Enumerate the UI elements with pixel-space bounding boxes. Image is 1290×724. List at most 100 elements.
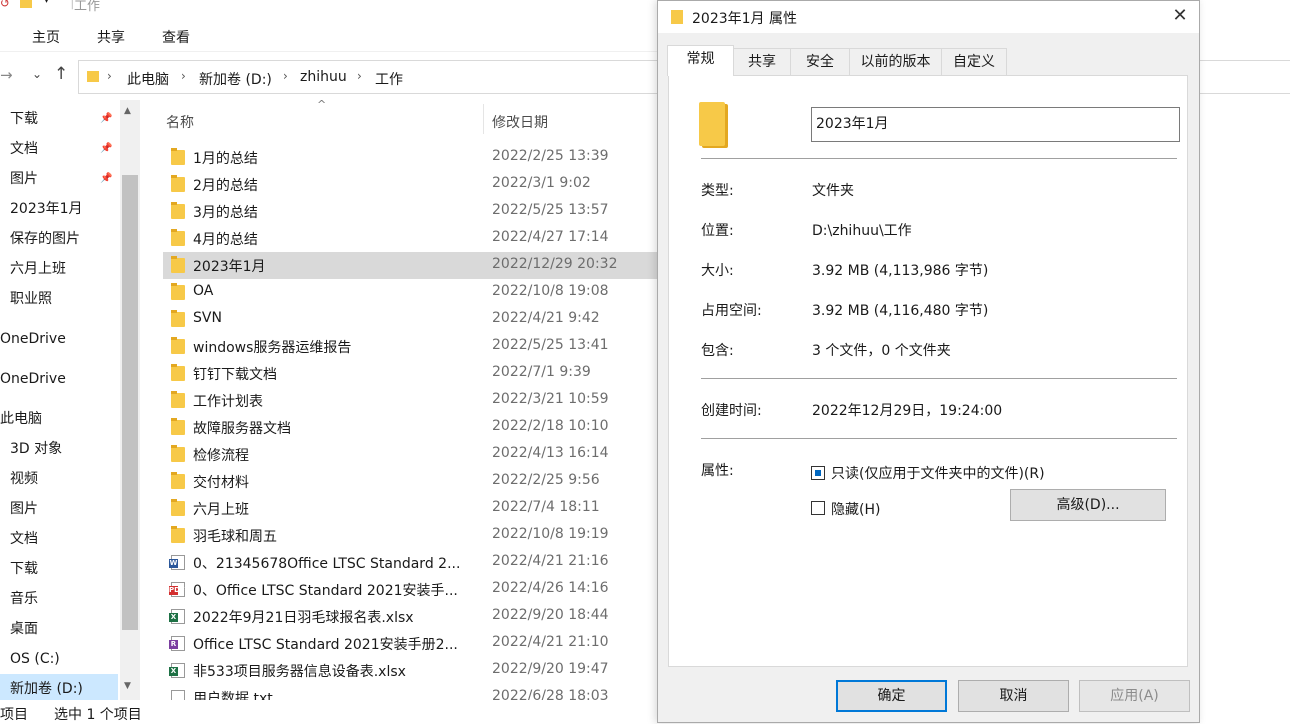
tab-security[interactable]: 安全 [790,48,850,75]
file-row[interactable]: 交付材料 2022/2/25 9:56 [163,468,660,495]
size-label: 大小: [701,263,734,279]
scroll-down-icon[interactable]: ▼ [124,681,131,691]
breadcrumb-work[interactable]: 工作 [375,69,403,89]
recent-locations-chevron-icon[interactable]: ⌄ [32,67,42,81]
txt-file-icon [171,690,185,700]
sidebar-item[interactable]: 六月上班 [0,254,118,284]
folder-name-field[interactable]: 2023年1月 [811,107,1180,142]
sidebar-item[interactable]: OS (C:) [0,644,118,674]
pdf-file-icon: PDF [169,582,185,597]
sidebar-item[interactable]: 图片 📌 [0,164,118,194]
breadcrumb-drive-d[interactable]: 新加卷 (D:) [199,69,272,89]
sidebar-item[interactable]: 3D 对象 [0,434,118,464]
sidebar-item[interactable]: 2023年1月 [0,194,118,224]
file-modified-date: 2022/2/25 9:56 [492,472,600,488]
sidebar-item[interactable]: 视频 [0,464,118,494]
sidebar-item[interactable]: OneDrive [0,364,118,394]
sidebar-item[interactable]: 此电脑 [0,404,118,434]
file-modified-date: 2022/10/8 19:08 [492,283,609,299]
quick-access-dropdown-icon[interactable]: ▾ [44,0,49,6]
address-bar[interactable]: › 此电脑 › 新加卷 (D:) › zhihuu › 工作 [78,60,658,94]
sidebar-item-label: 音乐 [10,591,38,607]
file-row[interactable]: 4月的总结 2022/4/27 17:14 [163,225,660,252]
file-row[interactable]: X 2022年9月21日羽毛球报名表.xlsx 2022/9/20 18:44 [163,603,660,630]
breadcrumb-this-pc[interactable]: 此电脑 [127,69,169,89]
cancel-button[interactable]: 取消 [958,680,1069,712]
file-row[interactable]: OA 2022/10/8 19:08 [163,279,660,306]
hidden-checkbox[interactable] [811,501,825,515]
sidebar-item[interactable]: 下载 [0,554,118,584]
file-row[interactable]: windows服务器运维报告 2022/5/25 13:41 [163,333,660,360]
created-value: 2022年12月29日，19:24:00 [812,403,1003,419]
tab-view[interactable]: 查看 [162,27,190,47]
file-row[interactable]: 3月的总结 2022/5/25 13:57 [163,198,660,225]
advanced-button[interactable]: 高级(D)... [1010,489,1166,521]
hidden-label[interactable]: 隐藏(H) [831,499,880,519]
sidebar-item[interactable]: 桌面 [0,614,118,644]
file-row[interactable]: 2月的总结 2022/3/1 9:02 [163,171,660,198]
tab-home[interactable]: 主页 [32,27,60,47]
file-row[interactable]: 2023年1月 2022/12/29 20:32 [163,252,660,279]
scroll-up-icon[interactable]: ▲ [124,106,131,116]
file-name: Office LTSC Standard 2021安装手册2... [193,637,458,653]
file-row[interactable]: 羽毛球和周五 2022/10/8 19:19 [163,522,660,549]
folder-icon [87,71,99,82]
folder-icon [171,310,185,327]
file-row[interactable]: 六月上班 2022/7/4 18:11 [163,495,660,522]
file-row[interactable]: W 0、21345678Office LTSC Standard 2... 2022… [163,549,660,576]
file-row[interactable]: X 非533项目服务器信息设备表.xlsx 2022/9/20 19:47 [163,657,660,684]
folder-icon [171,202,185,219]
file-row[interactable]: 用户数据.txt 2022/6/28 18:03 [163,684,660,700]
sidebar-item-label: 3D 对象 [10,441,63,457]
file-row[interactable]: 钉钉下载文档 2022/7/1 9:39 [163,360,660,387]
sidebar-item[interactable]: OneDrive [0,324,118,354]
file-row[interactable]: 故障服务器文档 2022/2/18 10:10 [163,414,660,441]
word-file-icon: W [169,555,185,570]
forward-arrow-icon[interactable]: → [0,66,13,84]
file-name: 0、Office LTSC Standard 2021安装手... [193,583,458,599]
attributes-label: 属性: [701,463,734,479]
column-header-name[interactable]: 名称 [166,112,194,132]
sidebar-item[interactable]: 下载 📌 [0,104,118,134]
sidebar-item-label: 文档 [10,531,38,547]
divider [701,378,1177,379]
tab-customize[interactable]: 自定义 [941,48,1007,75]
folder-icon [171,148,185,165]
file-row[interactable]: PDF 0、Office LTSC Standard 2021安装手... 2022… [163,576,660,603]
sidebar-item-label: 视频 [10,471,38,487]
apply-button[interactable]: 应用(A) [1079,680,1190,712]
ribbon-tabs: 主页 共享 查看 [0,20,660,52]
search-box[interactable] [1200,60,1290,94]
tab-general[interactable]: 常规 [667,45,734,76]
large-folder-icon [699,102,725,146]
sidebar-scrollbar-thumb[interactable] [122,175,138,630]
file-row[interactable]: 1月的总结 2022/2/25 13:39 [163,144,660,171]
readonly-checkbox[interactable] [811,466,825,480]
up-arrow-icon[interactable]: ↑ [54,64,68,84]
general-tab-panel: 2023年1月 类型: 文件夹 位置: D:\zhihuu\工作 大小: 3.9… [668,75,1188,667]
column-header-date[interactable]: 修改日期 [492,112,548,132]
sidebar-item[interactable]: 职业照 [0,284,118,314]
file-row[interactable]: 工作计划表 2022/3/21 10:59 [163,387,660,414]
file-name: 羽毛球和周五 [193,529,277,545]
file-row[interactable]: SVN 2022/4/21 9:42 [163,306,660,333]
breadcrumb-zhihuu[interactable]: zhihuu [300,69,347,85]
sidebar-item[interactable]: 图片 [0,494,118,524]
sidebar-item[interactable]: 文档 [0,524,118,554]
undo-icon[interactable]: ↺ [0,0,10,10]
tab-share[interactable]: 共享 [97,27,125,47]
sort-ascending-icon: ^ [317,100,327,111]
sidebar-item[interactable]: 保存的图片 [0,224,118,254]
sidebar-item-label: 下载 [10,561,38,577]
file-row[interactable]: R Office LTSC Standard 2021安装手册2... 2022/4… [163,630,660,657]
tab-previous-versions[interactable]: 以前的版本 [849,48,942,75]
ok-button[interactable]: 确定 [836,680,947,712]
sidebar-item[interactable]: 音乐 [0,584,118,614]
readonly-label[interactable]: 只读(仅应用于文件夹中的文件)(R) [831,463,1045,483]
dialog-title: 2023年1月 属性 [692,11,797,27]
close-icon[interactable]: ✕ [1168,5,1192,26]
file-row[interactable]: 检修流程 2022/4/13 16:14 [163,441,660,468]
sidebar-item[interactable]: 文档 📌 [0,134,118,164]
column-divider[interactable] [483,104,484,134]
tab-sharing[interactable]: 共享 [733,48,791,75]
